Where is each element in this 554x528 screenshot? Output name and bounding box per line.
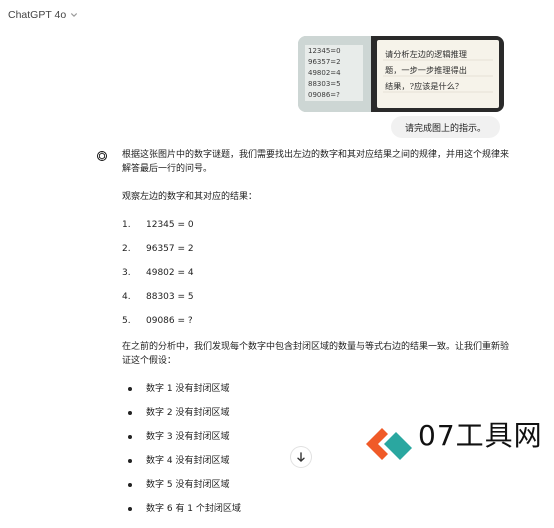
chevron-down-icon[interactable] xyxy=(70,11,78,19)
watermark-logo-icon xyxy=(366,428,412,460)
list-item: 2. 96357 = 2 xyxy=(122,242,517,256)
list-number: 1. xyxy=(122,220,131,230)
list-item: 数字 5 没有封闭区域 xyxy=(122,478,517,492)
equation-1: 12345 = 0 xyxy=(146,220,194,230)
list-item: 数字 6 有 1 个封闭区域 xyxy=(122,502,517,516)
bullet-icon xyxy=(122,478,138,487)
bullet-text-4: 数字 4 没有封闭区域 xyxy=(146,456,230,466)
watermark: 07工具网 xyxy=(360,414,554,470)
photo-eq-2: 96357=2 xyxy=(308,58,341,66)
equation-2: 96357 = 2 xyxy=(146,244,194,254)
assistant-analysis: 在之前的分析中，我们发现每个数字中包含封闭区域的数量与等式右边的结果一致。让我们… xyxy=(122,342,510,366)
equation-3: 49802 = 4 xyxy=(146,268,194,278)
bullet-text-5: 数字 5 没有封闭区域 xyxy=(146,480,230,490)
handwritten-note: 请分析左边的逻辑推理 题，一步一步推理得出 结果，?应该是什么？ xyxy=(377,40,499,108)
list-item: 1. 12345 = 0 xyxy=(122,218,517,232)
photo-eq-5: 09086=? xyxy=(308,91,340,99)
bullet-text-1: 数字 1 没有封闭区域 xyxy=(146,384,230,394)
list-item: 5. 09086 = ? xyxy=(122,314,517,328)
assistant-message: 根据这张图片中的数字谜题，我们需要找出左边的数字和其对应结果之间的规律，并用这个… xyxy=(122,148,517,528)
equation-list: 1. 12345 = 0 2. 96357 = 2 3. 49802 = 4 4. 88… xyxy=(122,218,517,328)
scroll-to-bottom-button[interactable] xyxy=(291,447,311,467)
bullet-icon xyxy=(122,430,138,439)
assistant-observe-label: 观察左边的数字和其对应的结果： xyxy=(122,192,258,202)
uploaded-image[interactable]: 12345=0 96357=2 49802=4 88303=5 09086=? … xyxy=(298,36,504,112)
openai-logo-icon xyxy=(97,151,107,161)
photo-eq-1: 12345=0 xyxy=(308,47,341,55)
assistant-intro: 根据这张图片中的数字谜题，我们需要找出左边的数字和其对应结果之间的规律，并用这个… xyxy=(122,150,510,174)
model-title[interactable]: ChatGPT 4o xyxy=(8,9,66,21)
bullet-text-3: 数字 3 没有封闭区域 xyxy=(146,432,230,442)
note-line-1: 请分析左边的逻辑推理 xyxy=(385,49,467,59)
list-item: 数字 1 没有封闭区域 xyxy=(122,382,517,396)
bullet-icon xyxy=(122,454,138,463)
bullet-text-6: 数字 6 有 1 个封闭区域 xyxy=(146,504,241,514)
list-number: 2. xyxy=(122,244,131,254)
math-photo: 12345=0 96357=2 49802=4 88303=5 09086=? xyxy=(298,36,371,112)
watermark-text: 07工具网 xyxy=(418,419,543,452)
list-number: 3. xyxy=(122,268,131,278)
note-svg: 请分析左边的逻辑推理 题，一步一步推理得出 结果，?应该是什么？ xyxy=(383,49,493,93)
user-message: 请完成图上的指示。 xyxy=(390,116,500,138)
user-message-text: 请完成图上的指示。 xyxy=(404,123,486,134)
bullet-icon xyxy=(122,406,138,415)
model-selector[interactable]: ChatGPT 4o xyxy=(8,6,78,24)
photo-eq-4: 88303=5 xyxy=(308,80,341,88)
list-number: 4. xyxy=(122,292,131,302)
equation-5: 09086 = ? xyxy=(146,316,193,326)
list-number: 5. xyxy=(122,316,131,326)
list-item: 4. 88303 = 5 xyxy=(122,290,517,304)
note-line-2: 题，一步一步推理得出 xyxy=(385,65,467,75)
bullet-icon xyxy=(122,382,138,391)
note-line-3: 结果，?应该是什么？ xyxy=(385,81,463,91)
photo-eq-3: 49802=4 xyxy=(308,69,341,77)
equation-4: 88303 = 5 xyxy=(146,292,194,302)
bullet-text-2: 数字 2 没有封闭区域 xyxy=(146,408,230,418)
arrow-down-icon[interactable] xyxy=(295,451,307,463)
photo-equations: 12345=0 96357=2 49802=4 88303=5 09086=? xyxy=(298,36,371,112)
list-item: 3. 49802 = 4 xyxy=(122,266,517,280)
handwritten-note-photo: 请分析左边的逻辑推理 题，一步一步推理得出 结果，?应该是什么？ xyxy=(371,36,504,112)
bullet-icon xyxy=(122,502,138,511)
